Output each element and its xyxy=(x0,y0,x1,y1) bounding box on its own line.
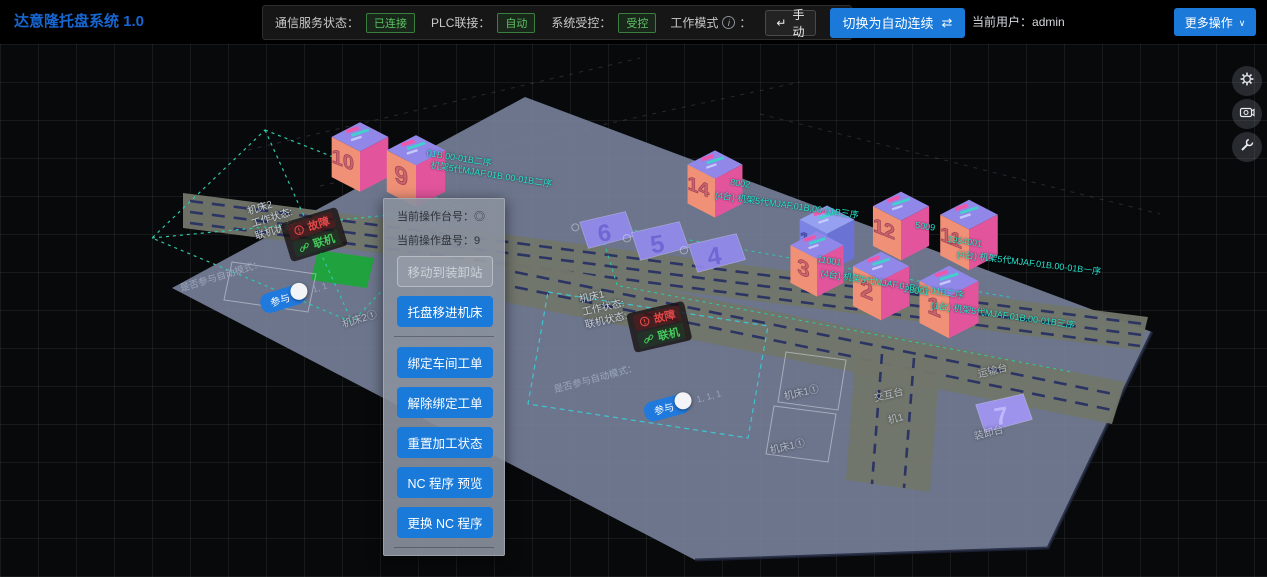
floor-plan xyxy=(0,44,1267,577)
manual-mode-button[interactable]: ↵ 手动 xyxy=(765,10,815,36)
status-items: 通信服务状态： 已连接 PLC联接： 自动系统受控： 受控 xyxy=(275,13,656,33)
app-header: 达意隆托盘系统 1.0 通信服务状态： 已连接 PLC联接： 自动系统受控： 受控… xyxy=(0,0,1267,44)
link-icon xyxy=(297,240,311,254)
alarm-icon xyxy=(638,314,651,327)
menu-buttons: 移动到装卸站托盘移进机床绑定车间工单解除绑定工单重置加工状态 NC 程序 预览更换… xyxy=(397,256,491,548)
fab-camera[interactable] xyxy=(1232,99,1262,129)
status-label: 通信服务状态： xyxy=(275,14,359,31)
menu-button-NC-程序-预览[interactable]: NC 程序 预览 xyxy=(397,467,493,498)
factory-3d-view[interactable]: 10 9 14 13 12 xyxy=(0,44,1267,577)
info-icon[interactable]: i xyxy=(722,16,735,29)
menu-button-移动到装卸站: 移动到装卸站 xyxy=(397,256,493,287)
chevron-down-icon: ∨ xyxy=(1239,18,1246,29)
alarm-icon xyxy=(292,223,306,237)
status-item-1: PLC联接： 自动 xyxy=(431,13,535,33)
current-user: 当前用户：admin xyxy=(972,0,1065,44)
menu-divider xyxy=(394,336,494,337)
status-bar: 通信服务状态： 已连接 PLC联接： 自动系统受控： 受控 工作模式 i ： ↵ … xyxy=(262,5,852,40)
camera-icon xyxy=(1239,104,1255,125)
pallet-tile-4[interactable]: 4 xyxy=(682,230,752,276)
status-label: 系统受控： xyxy=(551,14,611,31)
menu-button-绑定车间工单[interactable]: 绑定车间工单 xyxy=(397,347,493,378)
cube-number: 9 xyxy=(394,160,408,192)
tile-marker-icon xyxy=(680,247,687,254)
menu-info: 当前操作台号：◎ 当前操作盘号：9 xyxy=(397,208,491,248)
menu-button-重置加工状态[interactable]: 重置加工状态 xyxy=(397,427,493,458)
cube-number: 3 xyxy=(797,253,809,283)
status-badge: 自动 xyxy=(497,13,535,33)
more-actions-button[interactable]: 更多操作 ∨ xyxy=(1174,8,1256,36)
app-title: 达意隆托盘系统 1.0 xyxy=(14,0,144,44)
swap-icon: ⇄ xyxy=(942,15,953,31)
status-item-2: 系统受控： 受控 xyxy=(551,13,656,33)
menu-info-value: 9 xyxy=(474,235,480,247)
gear-icon xyxy=(1239,71,1255,92)
status-badge: 已连接 xyxy=(366,13,415,33)
link-icon xyxy=(642,332,655,345)
toggle-suffix: 1, 1 xyxy=(311,281,328,295)
status-item-0: 通信服务状态： 已连接 xyxy=(275,13,415,33)
menu-button-托盘移进机床[interactable]: 托盘移进机床 xyxy=(397,296,493,327)
fab-gear[interactable] xyxy=(1232,66,1262,96)
menu-divider xyxy=(394,547,494,548)
menu-button-更换-NC-程序[interactable]: 更换 NC 程序 xyxy=(397,507,493,538)
fab-wrench[interactable] xyxy=(1232,132,1262,162)
context-menu: 当前操作台号：◎ 当前操作盘号：9 移动到装卸站托盘移进机床绑定车间工单解除绑定工… xyxy=(383,198,505,556)
menu-info-line-0: 当前操作台号：◎ xyxy=(397,208,491,224)
switch-auto-button[interactable]: 切换为自动连续 ⇄ xyxy=(830,8,966,38)
status-label: PLC联接： xyxy=(431,14,490,31)
enter-icon: ↵ xyxy=(776,16,786,30)
status-badge: 受控 xyxy=(618,13,656,33)
menu-button-解除绑定工单[interactable]: 解除绑定工单 xyxy=(397,387,493,418)
wrench-icon xyxy=(1239,137,1255,158)
menu-info-value: ◎ xyxy=(474,211,485,223)
menu-info-line-1: 当前操作盘号：9 xyxy=(397,232,491,248)
toggle-suffix: 1, 1, 1 xyxy=(695,388,722,404)
work-mode-label: 工作模式 i ： xyxy=(670,14,751,31)
